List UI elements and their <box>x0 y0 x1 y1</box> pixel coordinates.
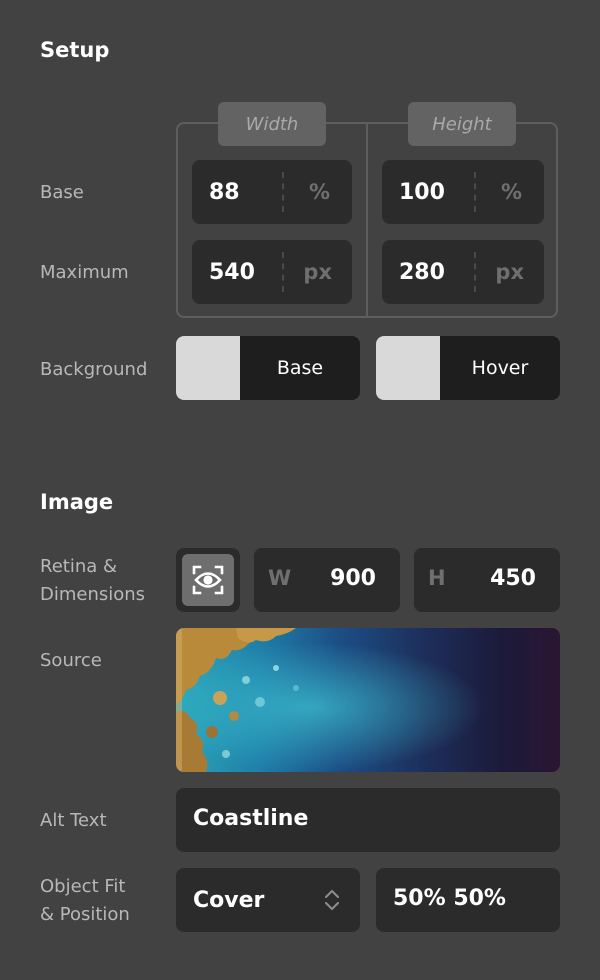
retina-preview-icon <box>192 565 224 595</box>
image-section-title: Image <box>40 490 114 514</box>
maximum-row-label: Maximum <box>40 262 129 283</box>
unit-separator <box>282 172 284 212</box>
maximum-width-field[interactable]: 540 px <box>192 240 352 304</box>
hover-color-swatch[interactable] <box>376 336 440 400</box>
base-height-value: 100 <box>399 179 445 205</box>
base-width-value: 88 <box>209 179 240 205</box>
base-height-unit[interactable]: % <box>501 180 522 204</box>
width-prefix: W <box>268 566 292 590</box>
base-color-label: Base <box>276 357 324 379</box>
width-column-header: Width <box>218 102 326 146</box>
background-hover-button[interactable]: Hover <box>376 336 560 400</box>
image-height-field[interactable]: H 450 <box>414 548 560 612</box>
maximum-height-value: 280 <box>399 259 445 285</box>
unit-separator <box>282 252 284 292</box>
object-fit-value: Cover <box>193 888 265 913</box>
unit-separator <box>474 172 476 212</box>
alt-text-label: Alt Text <box>40 810 107 831</box>
background-base-button[interactable]: Base <box>176 336 360 400</box>
height-prefix: H <box>428 566 446 590</box>
maximum-width-unit[interactable]: px <box>303 260 332 284</box>
maximum-width-value: 540 <box>209 259 255 285</box>
base-row-label: Base <box>40 182 84 203</box>
chevron-up-down-icon <box>324 889 340 911</box>
source-label: Source <box>40 650 102 671</box>
retina-label-line1: Retina & <box>40 556 118 577</box>
object-fit-select[interactable]: Cover <box>176 868 360 932</box>
base-width-unit[interactable]: % <box>309 180 330 204</box>
alt-text-value: Coastline <box>193 806 309 831</box>
image-width-field[interactable]: W 900 <box>254 548 400 612</box>
hover-color-label: Hover <box>471 357 529 379</box>
background-row-label: Background <box>40 359 148 380</box>
source-image-preview[interactable] <box>176 628 560 772</box>
image-width-value: 900 <box>330 566 376 591</box>
object-position-input[interactable]: 50% 50% <box>376 868 560 932</box>
retina-preview-button[interactable] <box>182 554 234 606</box>
retina-toggle[interactable] <box>176 548 240 612</box>
height-column-header: Height <box>408 102 516 146</box>
coastline-image <box>176 628 560 772</box>
object-fit-label-line1: Object Fit <box>40 876 126 897</box>
object-position-value: 50% 50% <box>393 886 506 911</box>
image-height-value: 450 <box>490 566 536 591</box>
object-fit-label-line2: & Position <box>40 904 130 925</box>
dimensions-divider <box>366 124 368 317</box>
setup-section-title: Setup <box>40 38 110 62</box>
maximum-height-field[interactable]: 280 px <box>382 240 544 304</box>
alt-text-input[interactable]: Coastline <box>176 788 560 852</box>
base-height-field[interactable]: 100 % <box>382 160 544 224</box>
base-width-field[interactable]: 88 % <box>192 160 352 224</box>
maximum-height-unit[interactable]: px <box>495 260 524 284</box>
retina-label-line2: Dimensions <box>40 584 146 605</box>
unit-separator <box>474 252 476 292</box>
base-color-swatch[interactable] <box>176 336 240 400</box>
